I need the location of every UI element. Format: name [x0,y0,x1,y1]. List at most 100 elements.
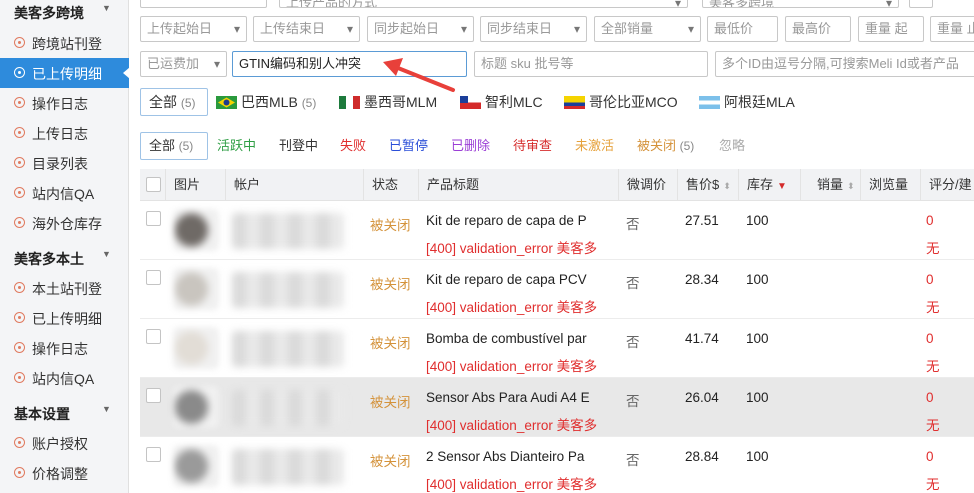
col-title: 产品标题 [418,169,618,201]
account-name-redacted [232,272,344,308]
weight-from-input[interactable]: 重量 起 [858,16,924,42]
col-image: 图片 [165,169,225,201]
sidebar-item-operation-log[interactable]: 操作日志 [0,88,129,118]
sidebar-item-price-adjust[interactable]: 价格调整 [0,458,129,488]
stock-value: 100 [746,213,769,228]
column-label: 图片 [174,177,201,192]
sku-search-input[interactable]: 标题 sku 批号等 [474,51,708,77]
circle-icon [14,67,25,78]
market-label: 智利MLC [485,94,543,110]
sidebar-item-label: 海外仓库存 [32,216,102,232]
product-thumbnail[interactable] [173,386,219,428]
product-thumbnail[interactable] [173,209,219,251]
sidebar-section-local[interactable]: 美客多本土 ▼ [14,249,111,269]
market-count: (5) [301,96,317,110]
table-row[interactable]: 被关闭 2 Sensor Abs Dianteiro Pa [400] valida… [140,437,974,493]
table-header: 图片 帐户 状态 产品标题 微调价 售价$ ⬍ 库存 ▼ 销量 ⬍ 浏览量 评分/建 [140,169,974,201]
col-sales[interactable]: 销量 ⬍ [800,169,860,201]
status-tab-deleted[interactable]: 已删除 [451,133,490,159]
mexico-flag-icon [339,96,360,109]
sync-start-date[interactable]: 同步起始日 [367,16,474,42]
col-stock[interactable]: 库存 ▼ [738,169,800,201]
product-thumbnail[interactable] [173,268,219,310]
account-name-redacted [232,213,344,249]
stock-value: 100 [746,331,769,346]
adjust-value: 否 [626,217,640,232]
market-tab-mexico[interactable]: 墨西哥MLM [339,89,437,115]
sidebar-item-account-auth[interactable]: 账户授权 [0,428,129,458]
ids-search-input[interactable]: 多个ID由逗号分隔,可搜索Meli Id或者产品 [715,51,974,77]
product-thumbnail[interactable] [173,327,219,369]
status-tab-paused[interactable]: 已暂停 [389,133,428,159]
status-tab-active[interactable]: 活跃中 [217,133,256,159]
sidebar-section-cross-border[interactable]: 美客多跨境 ▼ [14,3,111,23]
select-value: 已运费加 [147,56,200,71]
sidebar-item-catalog-list[interactable]: 目录列表 [0,148,129,178]
sidebar-item-label: 目录列表 [32,156,88,172]
sidebar-item-local-uploaded[interactable]: 已上传明细 [0,303,129,333]
product-title[interactable]: Sensor Abs Para Audi A4 E [426,390,612,405]
row-checkbox[interactable] [146,329,161,344]
circle-icon [14,342,25,353]
row-checkbox[interactable] [146,447,161,462]
upload-method-select[interactable]: 上传产品的方式 [279,0,688,8]
table-row[interactable]: 被关闭 Kit de reparo de capa PCV [400] valida… [140,260,974,319]
platform-select[interactable]: 美客多跨境 [702,0,899,8]
min-price-input[interactable]: 最低价 [707,16,778,42]
upload-start-date[interactable]: 上传起始日 [140,16,247,42]
col-price[interactable]: 售价$ ⬍ [677,169,738,201]
market-tab-all-label: 全部 (5) [149,89,196,115]
market-label: 墨西哥MLM [364,94,438,110]
section-title: 美客多跨境 [14,5,84,21]
row-checkbox[interactable] [146,270,161,285]
market-tab-argentina[interactable]: 阿根廷MLA [699,89,795,115]
sidebar-section-settings[interactable]: 基本设置 ▼ [14,404,111,424]
filter-top-1[interactable] [140,0,267,8]
market-tab-colombia[interactable]: 哥伦比亚MCO [564,89,678,115]
sidebar: 美客多跨境 ▼ 跨境站刊登 已上传明细 操作日志 上传日志 目录列表 站内信QA… [0,0,130,493]
select-value: 全部销量 [601,21,654,36]
sidebar-item-label: 价格调整 [32,466,88,482]
weight-to-input[interactable]: 重量 止 [930,16,974,42]
row-checkbox[interactable] [146,388,161,403]
rating-value: 0 [926,390,934,405]
product-title[interactable]: Kit de reparo de capa PCV [426,272,612,287]
product-title[interactable]: 2 Sensor Abs Dianteiro Pa [426,449,612,464]
product-title[interactable]: Kit de reparo de capa de P [426,213,612,228]
circle-icon [14,372,25,383]
product-thumbnail[interactable] [173,445,219,487]
status-tab-ignored[interactable]: 忽略 [719,133,745,159]
max-price-input[interactable]: 最高价 [785,16,851,42]
status-tab-inactive[interactable]: 未激活 [575,133,614,159]
sidebar-item-overseas-stock[interactable]: 海外仓库存 [0,208,129,238]
sync-end-date[interactable]: 同步结束日 [480,16,587,42]
rating-suggestion: 无 [926,241,940,256]
sidebar-item-messages-qa[interactable]: 站内信QA [0,178,129,208]
sidebar-item-local-log[interactable]: 操作日志 [0,333,129,363]
market-tab-chile[interactable]: 智利MLC [460,89,543,115]
error-message: [400] validation_error 美客多 [426,418,598,433]
table-row[interactable]: 被关闭 Sensor Abs Para Audi A4 E [400] valida… [140,378,974,437]
sales-select[interactable]: 全部销量 [594,16,701,42]
row-checkbox[interactable] [146,211,161,226]
top-button[interactable] [909,0,933,8]
circle-icon [14,282,25,293]
status-label: 忽略 [719,138,746,153]
status-tab-closed[interactable]: 被关闭 (5) [637,133,694,159]
status-tab-review[interactable]: 待审查 [513,133,552,159]
sidebar-item-local-listing[interactable]: 本土站刊登 [0,273,129,303]
sidebar-item-local-qa[interactable]: 站内信QA [0,363,129,393]
market-label: 哥伦比亚MCO [589,94,678,110]
status-tab-failed[interactable]: 失败 [340,133,366,159]
shipping-fee-select[interactable]: 已运费加 [140,51,227,77]
upload-end-date[interactable]: 上传结束日 [253,16,360,42]
market-tab-brazil[interactable]: 巴西MLB (5) [216,89,316,115]
sidebar-item-cross-border-listing[interactable]: 跨境站刊登 [0,28,129,58]
status-tab-listing[interactable]: 刊登中 [279,133,318,159]
sidebar-item-upload-log[interactable]: 上传日志 [0,118,129,148]
sidebar-item-uploaded-details[interactable]: 已上传明细 [0,58,130,88]
table-row[interactable]: 被关闭 Kit de reparo de capa de P [400] valid… [140,201,974,260]
table-row[interactable]: 被关闭 Bomba de combustível par [400] validat… [140,319,974,378]
product-title[interactable]: Bomba de combustível par [426,331,612,346]
select-all-checkbox[interactable] [146,177,161,192]
